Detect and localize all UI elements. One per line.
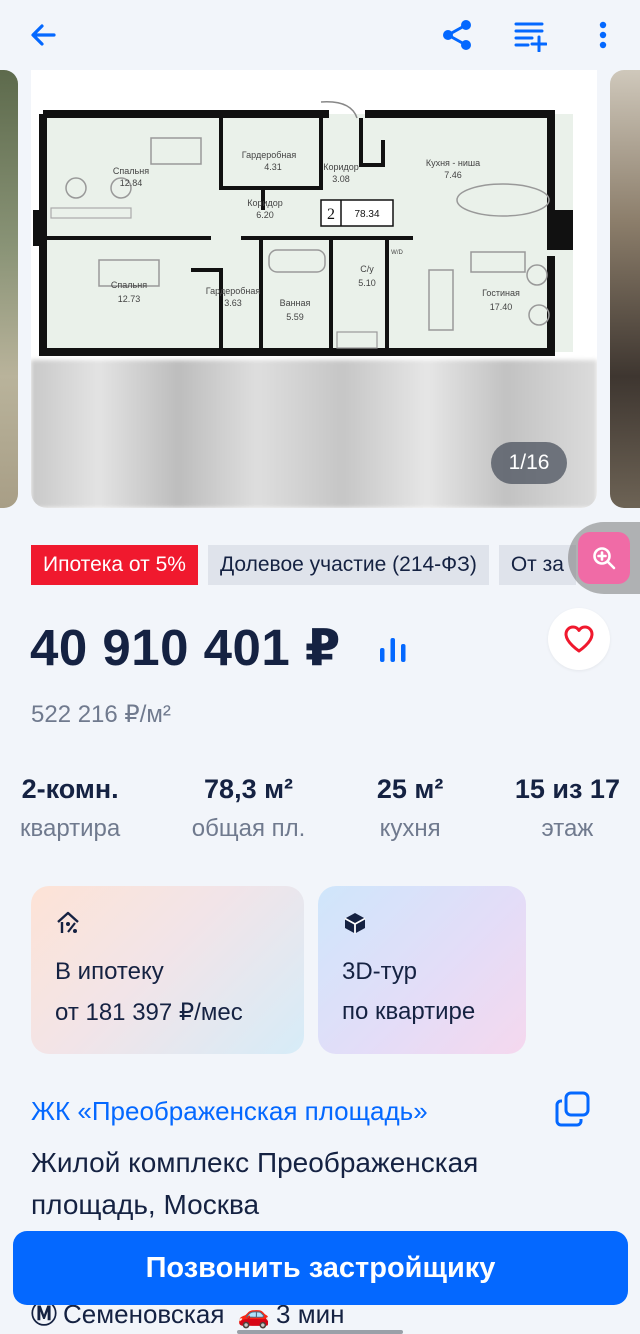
arrow-left-icon <box>31 24 56 46</box>
svg-text:С/у: С/у <box>360 264 374 274</box>
share-button[interactable] <box>432 10 482 60</box>
photo-counter: 1/16 <box>491 442 567 484</box>
price-per-m2: 522 216 ₽/м² <box>31 701 171 728</box>
floor-plan-photo[interactable]: Спальня 12.84 Гардеробная 4.31 Коридор 3… <box>31 70 597 508</box>
svg-text:12.73: 12.73 <box>118 294 141 304</box>
call-developer-button[interactable]: Позвонить застройщику <box>13 1231 628 1305</box>
svg-text:Гардеробная: Гардеробная <box>206 286 261 296</box>
params-row: 2-комн. квартира 78,3 м² общая пл. 25 м²… <box>20 774 620 843</box>
price-total: 40 910 401 ₽ <box>30 619 341 676</box>
svg-text:12.84: 12.84 <box>120 178 143 188</box>
svg-text:3.08: 3.08 <box>332 174 350 184</box>
price-history-button[interactable] <box>375 630 411 668</box>
playlist-add-icon <box>514 22 547 52</box>
favorite-button[interactable] <box>548 608 610 670</box>
plan-unit-number: 2 <box>327 206 335 223</box>
tags-row: Ипотека от 5% Долевое участие (214-ФЗ) От … <box>31 545 640 585</box>
svg-text:4.31: 4.31 <box>264 162 282 172</box>
svg-text:Спальня: Спальня <box>111 280 147 290</box>
share-icon <box>443 20 471 50</box>
svg-text:Ванная: Ванная <box>280 298 311 308</box>
svg-text:17.40: 17.40 <box>490 302 513 312</box>
svg-text:W/D: W/D <box>391 250 403 256</box>
copy-icon <box>555 1091 590 1127</box>
mortgage-card[interactable]: В ипотеку от 181 397 ₽/мес <box>31 886 304 1054</box>
more-vertical-icon <box>599 21 607 49</box>
add-to-list-button[interactable] <box>505 10 555 60</box>
cube-icon <box>344 913 366 934</box>
svg-text:Коридор: Коридор <box>323 162 359 172</box>
previous-photo-thumbnail[interactable] <box>0 70 18 508</box>
floor-plan-image: Спальня 12.84 Гардеробная 4.31 Коридор 3… <box>31 70 597 360</box>
svg-text:Гардеробная: Гардеробная <box>242 150 297 160</box>
svg-text:3.63: 3.63 <box>224 298 242 308</box>
tag-developer[interactable]: От за <box>498 545 576 585</box>
zoom-in-icon <box>593 547 616 570</box>
mortgage-payment: от 181 397 ₽/мес <box>55 999 243 1026</box>
tag-mortgage[interactable]: Ипотека от 5% <box>31 545 198 585</box>
svg-text:Коридор: Коридор <box>247 198 283 208</box>
complex-link[interactable]: ЖК «Преображенская площадь» <box>31 1096 428 1127</box>
3d-tour-card[interactable]: 3D-тур по квартире <box>318 886 526 1054</box>
svg-text:Гостиная: Гостиная <box>482 288 520 298</box>
copy-button[interactable] <box>554 1090 592 1128</box>
next-photo-thumbnail[interactable] <box>610 70 640 508</box>
complex-description: Жилой комплекс Преображенская площадь, М… <box>31 1147 479 1220</box>
svg-text:5.10: 5.10 <box>358 278 376 288</box>
mortgage-title: В ипотеку <box>55 958 164 985</box>
heart-icon <box>564 625 594 653</box>
param-kitchen-area: 25 м² кухня <box>376 774 444 842</box>
3d-tour-title: 3D-тур <box>342 958 418 985</box>
top-bar <box>0 0 640 70</box>
plan-unit-area: 78.34 <box>354 209 379 220</box>
more-button[interactable] <box>578 10 628 60</box>
bar-chart-icon <box>380 638 406 662</box>
svg-text:6.20: 6.20 <box>256 210 274 220</box>
back-button[interactable] <box>18 10 68 60</box>
plan-room-1: Спальня <box>113 166 149 176</box>
percent-house-icon <box>57 911 79 933</box>
svg-text:7.46: 7.46 <box>444 170 462 180</box>
zoom-button[interactable] <box>578 532 630 584</box>
tag-shared-construction[interactable]: Долевое участие (214-ФЗ) <box>207 545 489 585</box>
param-total-area: 78,3 м² общая пл. <box>191 774 306 842</box>
param-floor: 15 из 17 этаж <box>514 774 620 842</box>
svg-text:Кухня - ниша: Кухня - ниша <box>426 158 480 168</box>
svg-text:5.59: 5.59 <box>286 312 304 322</box>
param-rooms: 2-комн. квартира <box>20 774 121 842</box>
3d-tour-subtitle: по квартире <box>342 998 476 1025</box>
photo-gallery[interactable]: Спальня 12.84 Гардеробная 4.31 Коридор 3… <box>0 70 640 510</box>
home-indicator <box>237 1330 403 1334</box>
